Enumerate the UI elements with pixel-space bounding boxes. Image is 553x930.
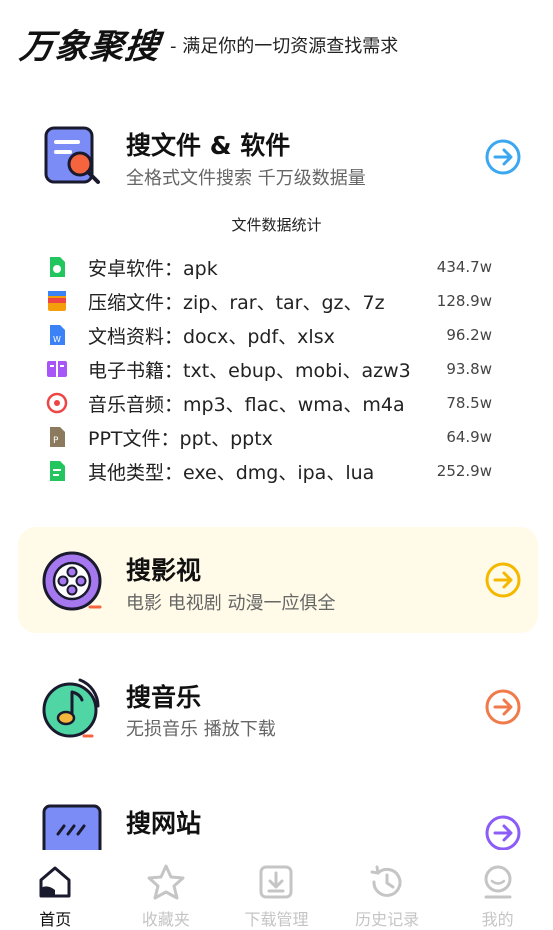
- arrow-right-circle-icon[interactable]: [484, 814, 522, 850]
- website-icon: [42, 804, 102, 850]
- music-note-icon: [42, 678, 100, 738]
- stat-count: 64.9w: [446, 428, 492, 446]
- arrow-right-circle-icon[interactable]: [484, 561, 522, 599]
- home-icon: [39, 866, 71, 898]
- download-icon: [259, 865, 293, 899]
- star-icon: [147, 864, 185, 900]
- tab-label: 历史记录: [355, 910, 420, 929]
- profile-icon: [484, 865, 512, 899]
- stat-label: PPT文件：ppt、pptx: [88, 427, 273, 450]
- stat-label: 其他类型：exe、dmg、ipa、lua: [88, 461, 375, 484]
- app-slogan: - 满足你的一切资源查找需求: [170, 36, 399, 57]
- stat-label: 压缩文件：zip、rar、tar、gz、7z: [88, 291, 385, 314]
- file-search-icon: [44, 126, 100, 184]
- stat-row-apk: 安卓软件：apk 434.7w: [46, 250, 492, 284]
- search-files-subtitle: 全格式文件搜索 千万级数据量: [126, 168, 366, 189]
- app-header: 万象聚搜 - 满足你的一切资源查找需求: [17, 18, 399, 68]
- tab-history[interactable]: 历史记录: [332, 852, 443, 930]
- search-music-title: 搜音乐: [126, 683, 202, 712]
- file-stats-title: 文件数据统计: [231, 216, 322, 234]
- search-music-subtitle: 无损音乐 播放下载: [126, 719, 276, 740]
- tab-label: 下载管理: [244, 910, 309, 929]
- stat-count: 252.9w: [436, 462, 492, 480]
- app-logo-text: 万象聚搜: [17, 26, 162, 67]
- android-icon: [50, 257, 65, 277]
- tab-label: 收藏夹: [141, 910, 190, 929]
- ebook-icon: [47, 361, 67, 377]
- archive-icon: [48, 291, 66, 311]
- tab-home[interactable]: 首页: [0, 852, 111, 930]
- stat-count: 434.7w: [436, 258, 492, 276]
- svg-text:P: P: [53, 436, 59, 446]
- bottom-tab-bar: 首页 收藏夹 下载管理 历史记录 我的: [0, 852, 553, 930]
- history-icon: [370, 865, 402, 897]
- search-website-card[interactable]: 搜网站: [18, 790, 538, 850]
- file-stats-list: 安卓软件：apk 434.7w 压缩文件：zip、rar、tar、gz、7z 1…: [46, 250, 492, 488]
- arrow-right-circle-icon[interactable]: [484, 688, 522, 726]
- stat-label: 安卓软件：apk: [88, 257, 218, 280]
- tab-label: 我的: [481, 910, 514, 929]
- tab-favorites[interactable]: 收藏夹: [111, 852, 222, 930]
- stat-row-other: 其他类型：exe、dmg、ipa、lua 252.9w: [46, 454, 492, 488]
- stat-count: 93.8w: [446, 360, 492, 378]
- search-video-title: 搜影视: [126, 556, 202, 585]
- arrow-right-circle-icon[interactable]: [484, 138, 522, 176]
- stat-row-ppt: P PPT文件：ppt、pptx 64.9w: [46, 420, 492, 454]
- stat-row-music: 音乐音频：mp3、flac、wma、m4a 78.5w: [46, 386, 492, 420]
- stat-label: 电子书籍：txt、ebup、mobi、azw3: [88, 359, 411, 382]
- stat-count: 78.5w: [446, 394, 492, 412]
- svg-text:W: W: [53, 335, 61, 344]
- tab-downloads[interactable]: 下载管理: [221, 852, 332, 930]
- stat-row-archive: 压缩文件：zip、rar、tar、gz、7z 128.9w: [46, 284, 492, 318]
- film-reel-icon: [42, 551, 102, 611]
- search-video-card[interactable]: 搜影视 电影 电视剧 动漫一应俱全: [18, 527, 538, 633]
- search-website-title: 搜网站: [126, 809, 202, 838]
- search-files-title: 搜文件 & 软件: [126, 131, 291, 160]
- stat-count: 96.2w: [446, 326, 492, 344]
- document-icon: W: [50, 325, 65, 345]
- other-file-icon: [50, 461, 65, 481]
- tab-label: 首页: [39, 910, 72, 929]
- stat-row-document: W 文档资料：docx、pdf、xlsx 96.2w: [46, 318, 492, 352]
- stat-count: 128.9w: [436, 292, 492, 310]
- stat-label: 文档资料：docx、pdf、xlsx: [88, 325, 335, 348]
- tab-profile[interactable]: 我的: [442, 852, 553, 930]
- search-files-card[interactable]: 搜文件 & 软件 全格式文件搜索 千万级数据量: [18, 112, 538, 212]
- ppt-icon: P: [50, 427, 65, 447]
- music-disc-icon: [46, 392, 68, 414]
- stat-label: 音乐音频：mp3、flac、wma、m4a: [88, 393, 405, 416]
- search-video-subtitle: 电影 电视剧 动漫一应俱全: [126, 593, 336, 614]
- stat-row-ebook: 电子书籍：txt、ebup、mobi、azw3 93.8w: [46, 352, 492, 386]
- search-music-card[interactable]: 搜音乐 无损音乐 播放下载: [18, 660, 538, 760]
